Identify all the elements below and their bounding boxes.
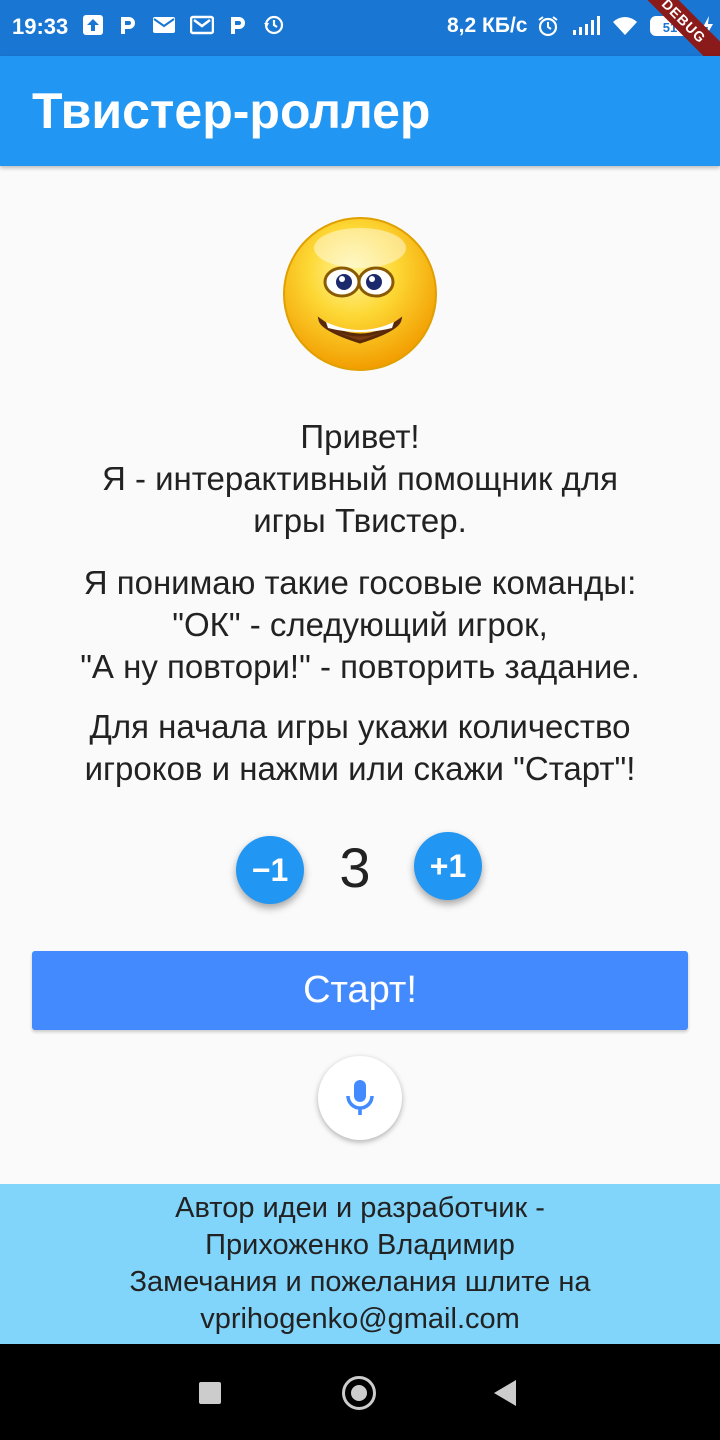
- upload-icon: [83, 15, 103, 35]
- commands-line-3: "А ну повтори!" - повторить задание.: [80, 648, 640, 685]
- app-title: Твистер-роллер: [32, 83, 431, 139]
- mic-button[interactable]: [318, 1056, 402, 1140]
- footer: Автор идеи и разработчик - Прихоженко Вл…: [0, 1184, 720, 1344]
- player-count: 3: [339, 836, 371, 899]
- intro-line-1: Я - интерактивный помощник для: [101, 460, 619, 497]
- status-time: 19:33: [12, 14, 69, 39]
- mic-icon: [346, 1080, 374, 1115]
- commands-line-2: "ОК" - следующий игрок,: [172, 606, 548, 643]
- status-bar: 19:33 8,2 КБ/с 51 DEBUG: [0, 0, 720, 56]
- decrease-players-button[interactable]: −1: [236, 836, 304, 904]
- footer-line-3: Замечания и пожелания шлите на: [129, 1266, 591, 1298]
- increase-players-button[interactable]: +1: [414, 832, 482, 900]
- home-icon: [351, 1385, 367, 1401]
- instructions-line-2: игроков и нажми или скажи "Старт"!: [84, 750, 636, 787]
- recents-button[interactable]: [199, 1382, 221, 1404]
- wifi-icon: [613, 17, 637, 35]
- commands-text: Я понимаю такие госовые команды: "ОК" - …: [20, 562, 700, 688]
- home-button[interactable]: [342, 1376, 376, 1410]
- app-bar: Твистер-роллер: [0, 56, 720, 166]
- footer-line-1: Автор идеи и разработчик -: [175, 1192, 545, 1224]
- notification-icons: [82, 14, 284, 36]
- alarm-icon: [538, 16, 558, 37]
- footer-line-2: Прихоженко Владимир: [205, 1229, 515, 1261]
- commands-line-1: Я понимаю такие госовые команды:: [83, 564, 637, 601]
- intro-line-2: игры Твистер.: [253, 502, 467, 539]
- signal-icon: [573, 16, 600, 35]
- instructions-text: Для начала игры укажи количество игроков…: [20, 706, 700, 790]
- p-icon: [231, 17, 245, 34]
- smiley-icon: [280, 212, 440, 372]
- back-button[interactable]: [494, 1380, 516, 1406]
- greeting-line: Привет!: [300, 418, 420, 455]
- gmail-icon: [190, 15, 214, 35]
- start-button[interactable]: Старт!: [32, 951, 688, 1030]
- footer-email: vprihogenko@gmail.com: [200, 1303, 520, 1335]
- history-icon: [264, 15, 284, 35]
- network-speed: 8,2 КБ/с: [447, 14, 528, 37]
- p-icon: [121, 17, 135, 34]
- mail-icon: [153, 17, 175, 33]
- intro-text: Привет! Я - интерактивный помощник для и…: [20, 416, 700, 542]
- instructions-line-1: Для начала игры укажи количество: [89, 708, 631, 745]
